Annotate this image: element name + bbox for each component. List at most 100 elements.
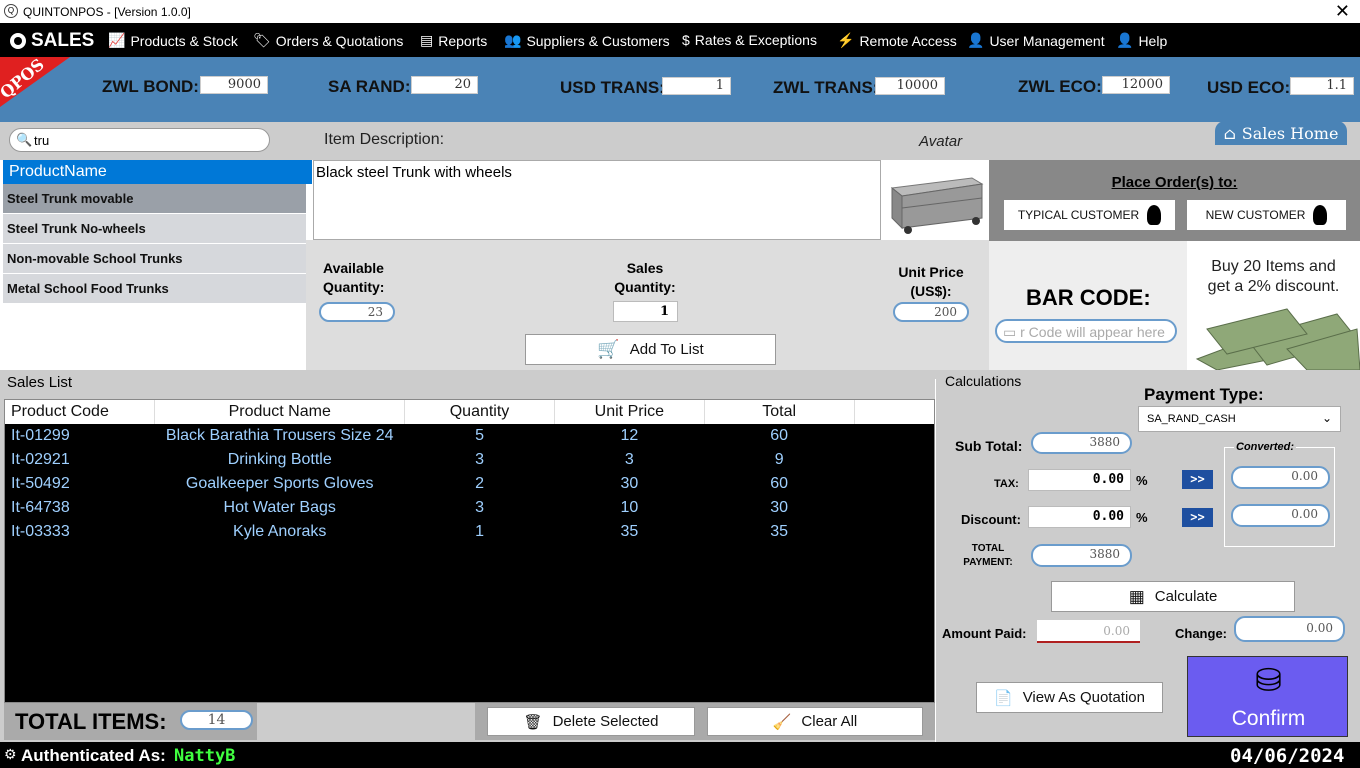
product-list-item[interactable]: Steel Trunk No-wheels	[3, 214, 306, 243]
confirm-button[interactable]: ⛁ Confirm	[1187, 656, 1348, 737]
amount-paid-input[interactable]: 0.00	[1037, 620, 1140, 643]
sa-rand-label: SA RAND:	[328, 77, 411, 96]
add-to-list-button[interactable]: 🛒 Add To List	[525, 334, 776, 365]
table-cell: 30	[620, 475, 639, 492]
sales-icon	[10, 33, 26, 49]
available-label-line2: Quantity:	[323, 279, 385, 295]
table-row[interactable]: It-02921 Drinking Bottle 3 3 9	[5, 448, 934, 472]
typical-customer-button[interactable]: TYPICAL CUSTOMER	[1004, 200, 1175, 230]
rates-bar: QPOS ZWL BOND: 9000 SA RAND: 20 USD TRAN…	[0, 55, 1360, 122]
menu-suppliers-label: Suppliers & Customers	[526, 32, 670, 49]
payment-type-value: SA_RAND_CASH	[1147, 413, 1236, 425]
zwl-eco-field[interactable]: 12000	[1102, 76, 1170, 94]
clear-all-button[interactable]: 🧹 Clear All	[707, 707, 923, 736]
menu-bar: SALES 📈 Products & Stock 🏷 Orders & Quotat…	[0, 23, 1360, 57]
add-to-list-label: Add To List	[629, 341, 704, 358]
product-list-item[interactable]: Steel Trunk movable	[3, 184, 306, 213]
typical-customer-label: TYPICAL CUSTOMER	[1017, 208, 1140, 222]
sales-home-button[interactable]: ⌂ Sales Home	[1215, 121, 1347, 145]
menu-orders-label: Orders & Quotations	[275, 32, 404, 49]
menu-orders[interactable]: 🏷 Orders & Quotations	[253, 32, 403, 49]
discount-input[interactable]: 0.00	[1028, 506, 1131, 528]
usd-trans-field[interactable]: 1	[662, 77, 731, 95]
table-row[interactable]: It-64738 Hot Water Bags 3 10 30	[5, 496, 934, 520]
subtotal-field: 3880	[1031, 432, 1132, 454]
sa-rand-field[interactable]: 20	[411, 76, 478, 94]
table-cell: 1	[475, 523, 484, 540]
window-title: QUINTONPOS - [Version 1.0.0]	[23, 5, 191, 19]
item-description-field[interactable]: Black steel Trunk with wheels	[313, 160, 881, 240]
barcode-label: BAR CODE:	[1026, 285, 1151, 310]
table-cell-filler	[854, 424, 934, 448]
available-label-line1: Available	[323, 260, 384, 276]
column-header[interactable]: Product Code	[5, 400, 156, 424]
item-description-label: Item Description:	[324, 131, 445, 148]
column-header[interactable]: Quantity	[404, 400, 555, 424]
table-cell: 3	[475, 451, 484, 468]
total-items-label: TOTAL ITEMS:	[15, 709, 167, 734]
view-as-quotation-button[interactable]: 📄 View As Quotation	[976, 682, 1163, 713]
promo-text: Buy 20 Items and get a 2% discount.	[1187, 257, 1360, 297]
promo-line2: get a 2% discount.	[1207, 278, 1340, 295]
sales-label-line1: Sales	[626, 260, 664, 276]
zwl-bond-field[interactable]: 9000	[200, 76, 268, 94]
table-cell: It-03333	[11, 523, 70, 540]
tax-convert-button[interactable]: >>	[1182, 470, 1213, 489]
table-cell: Drinking Bottle	[227, 451, 332, 468]
table-row[interactable]: It-50492 Goalkeeper Sports Gloves 2 30 60	[5, 472, 934, 496]
date-display: 04/06/2024	[1230, 745, 1345, 767]
column-header[interactable]: Product Name	[154, 400, 406, 424]
chart-icon: 📈	[108, 32, 126, 48]
table-row[interactable]: It-03333 Kyle Anoraks 1 35 35	[5, 520, 934, 544]
menu-sales-label: SALES	[31, 30, 95, 51]
menu-rates-label: Rates & Exceptions	[694, 32, 817, 48]
new-customer-button[interactable]: NEW CUSTOMER	[1187, 200, 1346, 230]
menu-help[interactable]: 👤 Help	[1116, 32, 1167, 49]
calculate-button[interactable]: ▦ Calculate	[1051, 581, 1295, 612]
menu-users[interactable]: 👤 User Management	[967, 32, 1105, 49]
usd-eco-field[interactable]: 1.1	[1290, 77, 1354, 95]
column-header[interactable]: Total	[704, 400, 855, 424]
report-icon: ▤	[420, 32, 434, 48]
tax-percent: %	[1136, 473, 1148, 488]
menu-rates[interactable]: $ Rates & Exceptions	[682, 32, 817, 48]
delete-selected-button[interactable]: 🗑 Delete Selected	[487, 707, 695, 736]
unit-price-label: Unit Price (US$):	[890, 263, 972, 301]
search-input[interactable]: 🔍 tru	[9, 128, 270, 152]
table-row[interactable]: It-01299 Black Barathia Trousers Size 24 5…	[5, 424, 934, 448]
delete-label: Delete Selected	[552, 713, 659, 730]
close-icon[interactable]: ✕	[1335, 1, 1350, 22]
payment-type-select[interactable]: SA_RAND_CASH ⌄	[1138, 406, 1341, 432]
table-cell: 3	[624, 451, 634, 468]
product-list-item[interactable]: Non-movable School Trunks	[3, 244, 306, 273]
menu-remote[interactable]: ⚡ Remote Access	[837, 32, 957, 49]
table-cell: 12	[620, 427, 639, 444]
product-list-item[interactable]: Metal School Food Trunks	[3, 274, 306, 303]
title-bar: Q QUINTONPOS - [Version 1.0.0] ✕	[0, 0, 1360, 23]
table-cell: 10	[620, 499, 639, 516]
sales-home-label: Sales Home	[1241, 123, 1339, 143]
menu-suppliers[interactable]: 👥 Suppliers & Customers	[504, 32, 670, 49]
head-icon	[1313, 205, 1328, 225]
calculator-icon: ▦	[1128, 586, 1145, 606]
menu-remote-label: Remote Access	[859, 32, 957, 49]
tax-input[interactable]: 0.00	[1028, 469, 1131, 491]
change-label: Change:	[1175, 626, 1227, 641]
table-cell: Black Barathia Trousers Size 24	[165, 427, 394, 444]
column-header[interactable]: Unit Price	[554, 400, 705, 424]
product-avatar	[882, 160, 989, 240]
discount-percent: %	[1136, 510, 1148, 525]
zwl-trans-field[interactable]: 10000	[875, 77, 945, 95]
menu-products-label: Products & Stock	[130, 32, 238, 49]
table-cell: It-01299	[11, 427, 70, 444]
new-customer-label: NEW CUSTOMER	[1205, 208, 1306, 222]
total-label-line2: PAYMENT:	[963, 557, 1013, 568]
menu-reports[interactable]: ▤ Reports	[420, 32, 487, 49]
barcode-field[interactable]: ▭ r Code will appear here	[995, 319, 1177, 343]
menu-products[interactable]: 📈 Products & Stock	[108, 32, 238, 49]
people-icon: 👥	[504, 32, 522, 48]
menu-sales[interactable]: SALES	[10, 30, 94, 52]
discount-convert-button[interactable]: >>	[1182, 508, 1213, 527]
sales-quantity-input[interactable]: 1	[613, 301, 678, 322]
search-value: tru	[34, 133, 50, 148]
